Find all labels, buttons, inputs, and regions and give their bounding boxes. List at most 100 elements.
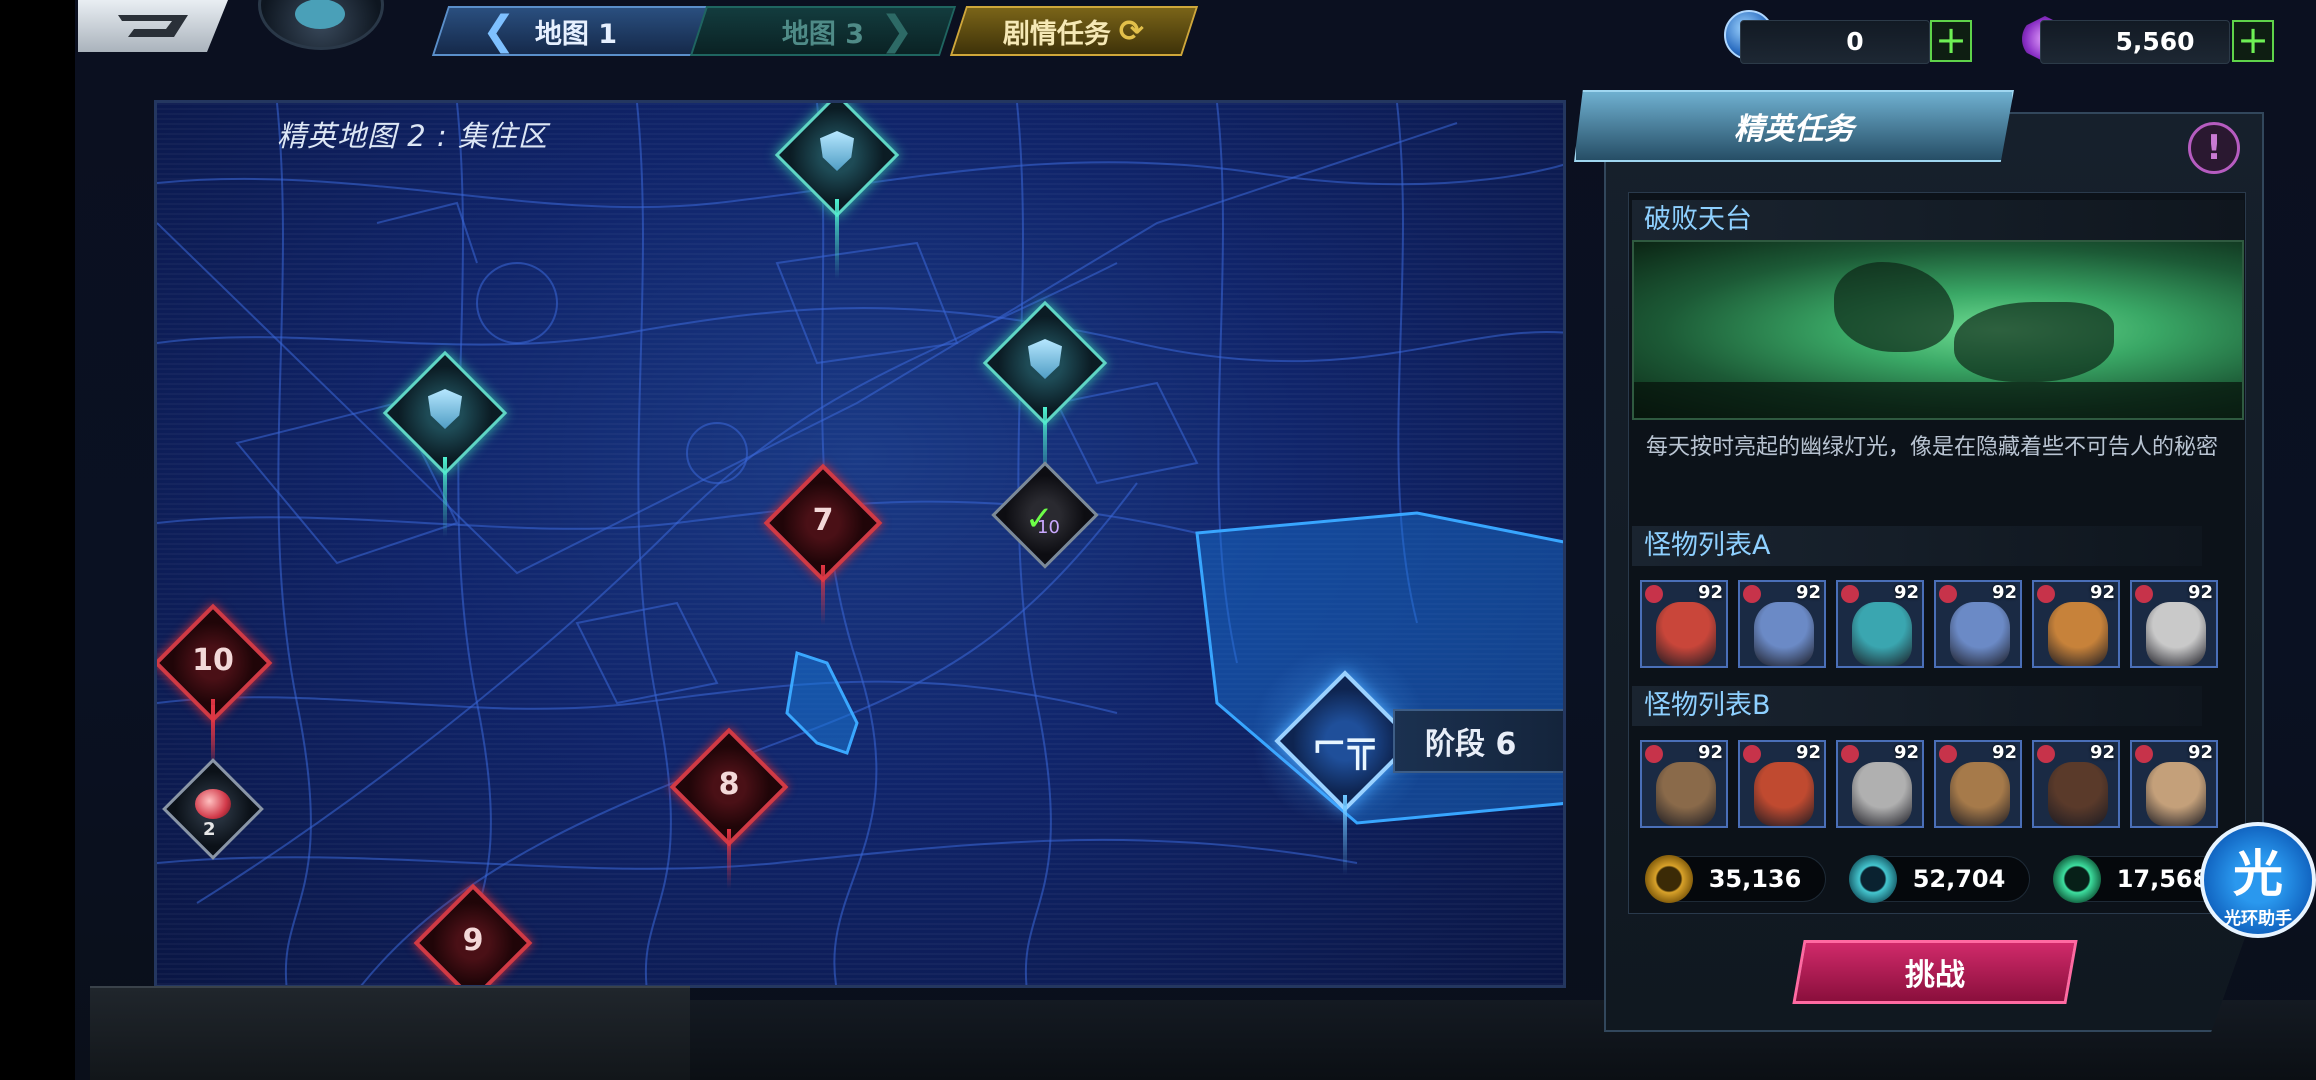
class-icon — [1645, 745, 1663, 763]
stage-node-8-label: 8 — [718, 767, 740, 802]
current-stage-stem — [1343, 795, 1347, 875]
tab-story-label: 剧情任务 — [1003, 18, 1112, 50]
exp-reward: 52,704 — [1849, 855, 2030, 903]
monster-portrait[interactable]: 92 — [1934, 580, 2022, 668]
gold-reward-value: 35,136 — [1708, 865, 1802, 893]
tab-map-1[interactable]: ❮ 地图 1 — [431, 6, 721, 56]
class-icon — [1743, 585, 1761, 603]
current-stage-node[interactable]: ⌐╦ 阶段 6 — [1213, 609, 1563, 875]
monster-level: 92 — [2089, 742, 2115, 763]
monster-portrait[interactable]: 92 — [1836, 740, 1924, 828]
left-black-bar — [0, 0, 75, 1080]
monster-face — [1852, 602, 1912, 666]
elite-map: 精英地图 2 : 集住区 ✓ 10 7 10 8 9 2 ⌐╦ 阶段 6 — [154, 100, 1566, 988]
map-roads — [157, 103, 1563, 985]
monster-list-a-heading: 怪物列表A — [1632, 526, 2202, 566]
coin-currency-display: 0 — [1740, 20, 1930, 64]
decorative-pipes — [90, 986, 690, 1080]
challenge-button-label: 挑战 — [1905, 958, 1965, 993]
tab-story-quest[interactable]: 剧情任务 ⟳ — [949, 6, 1199, 56]
tab-map-3-label: 地图 3 — [781, 18, 865, 50]
monster-list-b-heading: 怪物列表B — [1632, 686, 2202, 726]
current-stage-label: 阶段 6 — [1393, 709, 1563, 773]
monster-portrait[interactable]: 92 — [2130, 580, 2218, 668]
monster-level: 92 — [2187, 742, 2213, 763]
monster-face — [1754, 762, 1814, 826]
avatar-badge[interactable] — [258, 0, 384, 50]
class-icon — [2037, 585, 2055, 603]
back-button[interactable] — [78, 0, 228, 52]
panel-title: 精英任务 — [1574, 90, 2014, 162]
class-icon — [1841, 585, 1859, 603]
chevron-right-icon[interactable]: ❯ — [880, 8, 914, 54]
coin-currency-value: 0 — [1846, 27, 1864, 56]
monster-portrait[interactable]: 92 — [1640, 740, 1728, 828]
monster-portrait[interactable]: 92 — [1934, 740, 2022, 828]
chevron-left-icon[interactable]: ❮ — [482, 8, 516, 54]
monster-face — [2146, 602, 2206, 666]
stage-description: 每天按时亮起的幽绿灯光，像是在隐藏着些不可告人的秘密 — [1646, 435, 2219, 460]
gold-reward: 35,136 — [1645, 855, 1826, 903]
tab-map-3[interactable]: 地图 3 ❯ — [689, 6, 957, 56]
stage-node-10-label: 10 — [192, 643, 234, 678]
monster-face — [1950, 762, 2010, 826]
refresh-icon: ⟳ — [1119, 13, 1145, 49]
monster-level: 92 — [1991, 742, 2017, 763]
reward-item-count: 2 — [203, 819, 216, 840]
monster-face — [2146, 762, 2206, 826]
gem-currency-value: 5,560 — [2115, 27, 2195, 56]
monster-face — [2048, 762, 2108, 826]
stage-node-7-label: 7 — [812, 503, 834, 538]
monster-level: 92 — [2089, 582, 2115, 603]
exp-icon — [1849, 855, 1897, 903]
monster-level: 92 — [1893, 582, 1919, 603]
monster-portrait[interactable]: 92 — [2032, 580, 2120, 668]
stage-node-9-label: 9 — [462, 923, 484, 958]
class-icon — [1645, 585, 1663, 603]
class-icon — [2135, 745, 2153, 763]
monster-face — [1950, 602, 2010, 666]
tab-map-1-label: 地图 1 — [534, 18, 618, 50]
add-gem-button[interactable]: + — [2232, 20, 2274, 62]
monster-level: 92 — [1795, 582, 1821, 603]
gun-icon: ⌐╦ — [1311, 719, 1375, 770]
monster-face — [1656, 602, 1716, 666]
map-title: 精英地图 2 : 集住区 — [277, 119, 548, 153]
class-icon — [1939, 745, 1957, 763]
class-icon — [1841, 745, 1859, 763]
monster-level: 92 — [1697, 582, 1723, 603]
monster-portrait[interactable]: 92 — [1640, 580, 1728, 668]
monster-portrait[interactable]: 92 — [1836, 580, 1924, 668]
monster-face — [1656, 762, 1716, 826]
avatar-creature-icon — [295, 0, 345, 29]
preview-figure — [1954, 302, 2114, 382]
assistant-logo-text: 光 — [2233, 845, 2283, 903]
monster-level: 92 — [1991, 582, 2017, 603]
monster-portrait[interactable]: 92 — [2130, 740, 2218, 828]
info-button[interactable]: ! — [2188, 122, 2240, 174]
monster-face — [2048, 602, 2108, 666]
back-arrow-icon — [118, 15, 188, 37]
assistant-label: 光环助手 — [2224, 909, 2292, 929]
add-coin-button[interactable]: + — [1930, 20, 1972, 62]
preview-ground — [1634, 382, 2242, 418]
cleared-node-count: 10 — [1037, 517, 1060, 538]
gem-currency-display: 5,560 — [2040, 20, 2230, 64]
node-stem — [835, 199, 839, 279]
monster-face — [1754, 602, 1814, 666]
monster-portrait[interactable]: 92 — [2032, 740, 2120, 828]
assistant-float-button[interactable]: 光 光环助手 — [2200, 822, 2316, 938]
reward-row: 35,136 52,704 17,568 — [1645, 855, 2234, 903]
challenge-button[interactable]: 挑战 — [1792, 940, 2078, 1004]
orb-item-icon — [195, 789, 231, 819]
class-icon — [1743, 745, 1761, 763]
node-stem — [443, 457, 447, 537]
stage-name: 破败天台 — [1632, 200, 2244, 240]
node-stem — [821, 565, 825, 625]
monster-level: 92 — [1697, 742, 1723, 763]
monster-portrait[interactable]: 92 — [1738, 580, 1826, 668]
monster-level: 92 — [1795, 742, 1821, 763]
preview-figure — [1834, 262, 1954, 352]
monster-portrait[interactable]: 92 — [1738, 740, 1826, 828]
monster-face — [1852, 762, 1912, 826]
